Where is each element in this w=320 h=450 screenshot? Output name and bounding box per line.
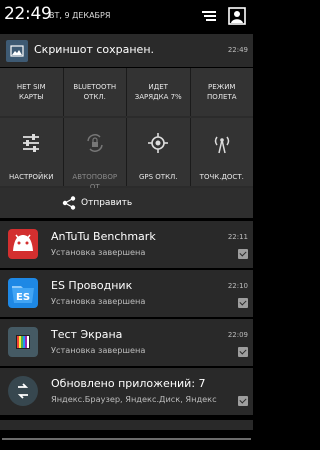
rotate-lock-icon — [84, 132, 106, 154]
notification-es-explorer[interactable]: ES ES Проводник Установка завершена 22:1… — [0, 270, 253, 317]
screenshot-notification[interactable]: Скриншот сохранен. 22:49 — [0, 34, 253, 67]
svg-text:ES: ES — [16, 292, 30, 303]
notification-title: Скриншот сохранен. — [34, 43, 155, 56]
es-explorer-app-icon: ES — [8, 278, 38, 308]
share-label: Отправить — [81, 198, 133, 208]
notification-app-name: Обновлено приложений: 7 — [51, 377, 206, 390]
update-icon — [8, 376, 38, 406]
notification-time: 22:49 — [227, 46, 248, 54]
share-icon — [62, 196, 76, 210]
checkmark-icon — [238, 396, 248, 406]
tile-label: GPS ОТКЛ. — [138, 173, 178, 181]
notification-text: Установка завершена — [51, 296, 146, 306]
tile-label: РЕЖИМ ПОЛЕТА — [206, 83, 237, 101]
notification-app-name: Тест Экрана — [51, 328, 123, 341]
gps-icon — [147, 132, 169, 154]
tile-bluetooth[interactable]: BLUETOOTH ОТКЛ. — [63, 68, 127, 116]
hotspot-icon — [211, 132, 233, 154]
quick-settings-row-2: НАСТРОЙКИ АВТОПОВОР ОТ GPS ОТКЛ. ТОЧК.ДО… — [0, 118, 253, 191]
sliders-icon — [20, 132, 42, 154]
tile-label: ИДЕТ ЗАРЯДКА 7% — [134, 83, 182, 101]
notification-screen-test[interactable]: Тест Экрана Установка завершена 22:09 — [0, 319, 253, 366]
checkmark-icon — [238, 298, 248, 308]
settings-shortcut-icon[interactable] — [199, 6, 219, 26]
notification-app-name: ES Проводник — [51, 279, 133, 292]
notification-time: 22:10 — [227, 282, 248, 290]
tile-hotspot[interactable]: ТОЧК.ДОСТ. — [190, 118, 253, 186]
tile-label: НЕТ SIM КАРТЫ — [16, 83, 46, 101]
tile-gps[interactable]: GPS ОТКЛ. — [127, 118, 191, 186]
quick-settings-row-1: НЕТ SIM КАРТЫ BLUETOOTH ОТКЛ. ИДЕТ ЗАРЯД… — [0, 68, 253, 116]
image-icon — [6, 40, 28, 62]
tile-label: НАСТРОЙКИ — [9, 173, 54, 181]
tile-label: BLUETOOTH ОТКЛ. — [73, 83, 117, 101]
tile-battery[interactable]: ИДЕТ ЗАРЯДКА 7% — [127, 68, 191, 116]
quick-settings-panel: НЕТ SIM КАРТЫ BLUETOOTH ОТКЛ. ИДЕТ ЗАРЯД… — [0, 68, 253, 191]
checkmark-icon — [238, 249, 248, 259]
screen-test-app-icon — [8, 327, 38, 357]
notification-text: Яндекс.Браузер, Яндекс.Диск, Яндекс — [51, 394, 217, 404]
tile-label: ТОЧК.ДОСТ. — [199, 173, 244, 181]
share-button[interactable]: Отправить — [0, 188, 253, 218]
tile-autorotate[interactable]: АВТОПОВОР ОТ — [63, 118, 127, 191]
tile-airplane-mode[interactable]: РЕЖИМ ПОЛЕТА — [190, 68, 253, 116]
notification-updates[interactable]: Обновлено приложений: 7 Яндекс.Браузер, … — [0, 368, 253, 415]
notification-antutu[interactable]: AnTuTu Benchmark Установка завершена 22:… — [0, 221, 253, 268]
antutu-app-icon — [8, 229, 38, 259]
partial-notification — [0, 420, 253, 430]
clock: 22:49 — [4, 4, 52, 24]
notification-text: Установка завершена — [51, 345, 146, 355]
tile-sim[interactable]: НЕТ SIM КАРТЫ — [0, 68, 64, 116]
notification-app-name: AnTuTu Benchmark — [51, 230, 156, 243]
user-icon[interactable] — [227, 6, 247, 26]
notification-time: 22:09 — [227, 331, 248, 339]
date: ВТ, 9 ДЕКАБРЯ — [49, 11, 111, 20]
drag-handle[interactable] — [0, 435, 253, 443]
status-bar: 22:49 ВТ, 9 ДЕКАБРЯ — [0, 0, 253, 34]
tile-settings[interactable]: НАСТРОЙКИ — [0, 118, 64, 186]
notification-text: Установка завершена — [51, 247, 146, 257]
notification-time: 22:11 — [227, 233, 248, 241]
checkmark-icon — [238, 347, 248, 357]
